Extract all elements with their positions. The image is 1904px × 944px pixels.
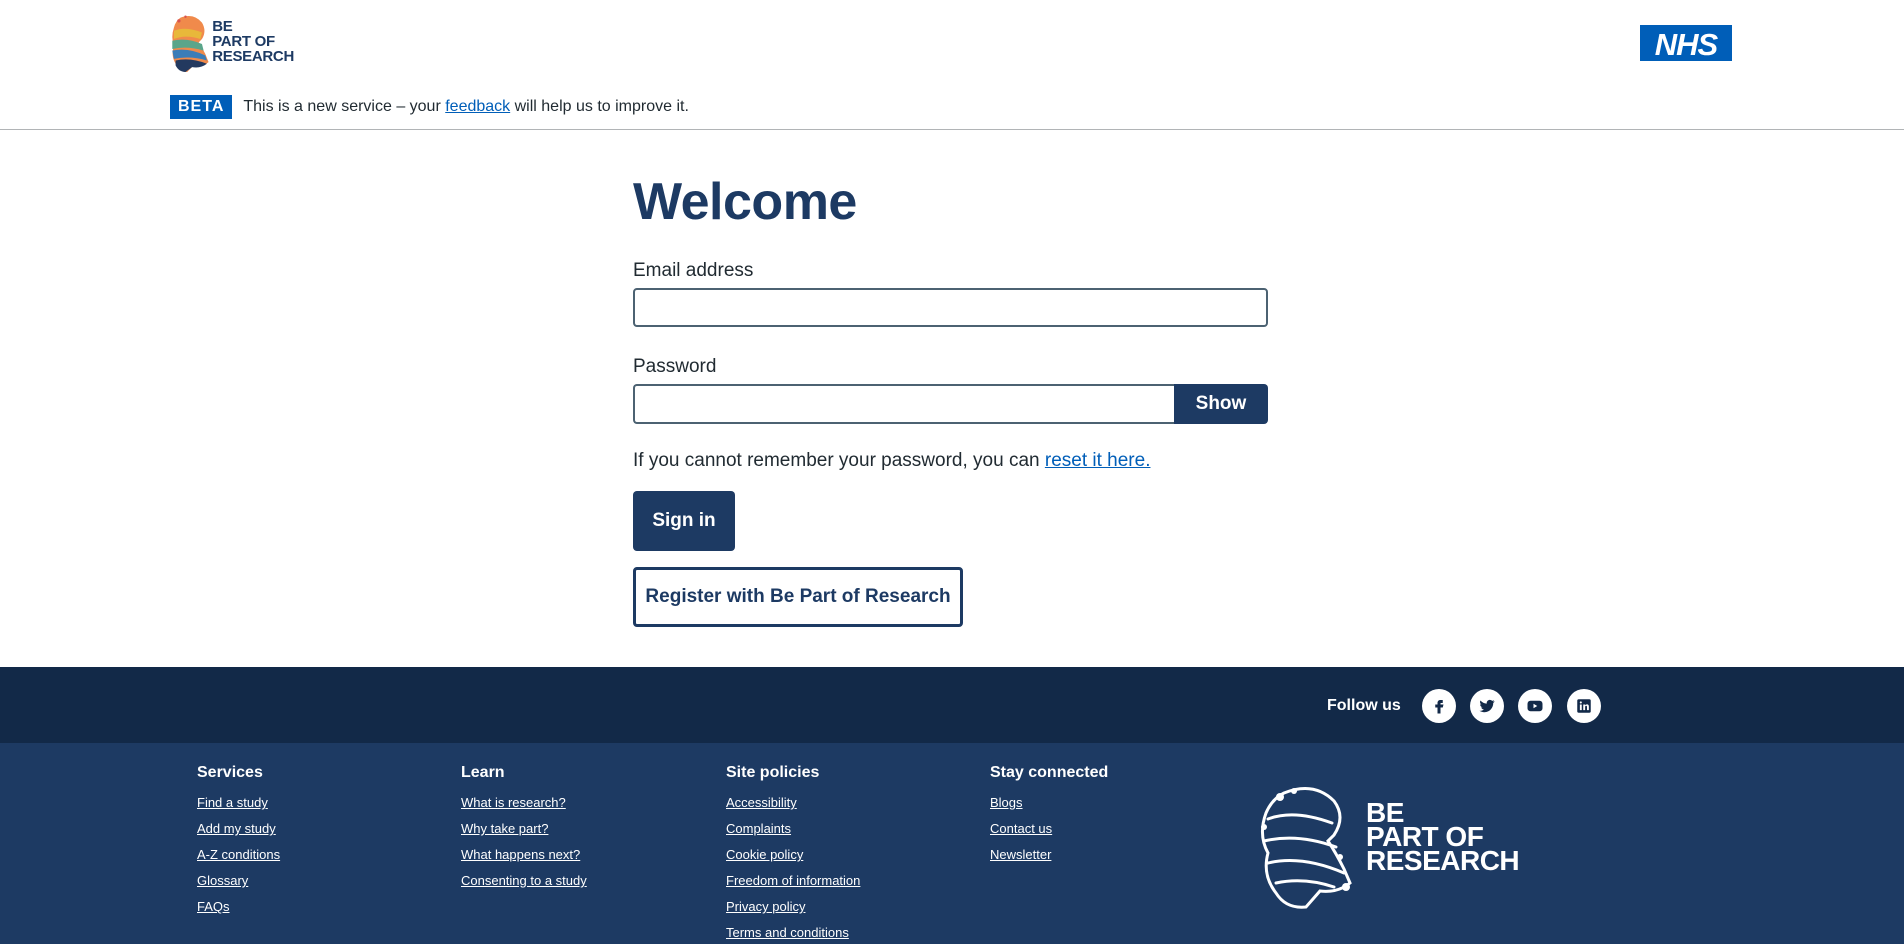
linkedin-icon[interactable] [1567,689,1601,723]
footer-column-services: Services Find a study Add my study A-Z c… [197,764,280,925]
footer-column-heading: Services [197,764,263,781]
footer-column-learn: Learn What is research? Why take part? W… [461,764,587,899]
footer-column-heading: Learn [461,764,505,781]
footer-link[interactable]: Complaints [726,821,860,836]
beta-text-before: This is a new service – your [243,98,446,115]
footer-logo-line: RESEARCH [1366,845,1520,876]
feedback-link[interactable]: feedback [445,98,510,115]
research-head-logo-icon [172,15,209,73]
email-label: Email address [633,260,754,281]
footer-column-site-policies: Site policies Accessibility Complaints C… [726,764,860,944]
beta-banner: BETA This is a new service – your feedba… [170,95,689,119]
password-input[interactable] [633,384,1175,424]
logo-line: PART OF [212,33,275,50]
email-input[interactable] [633,288,1268,327]
page-title: Welcome [633,173,857,231]
footer-link[interactable]: Glossary [197,873,280,888]
footer-link[interactable]: Privacy policy [726,899,860,914]
logo-line: BE [212,18,233,35]
nhs-logo[interactable]: NHS [1640,25,1732,62]
youtube-icon[interactable] [1518,689,1552,723]
footer-link[interactable]: What is research? [461,795,587,810]
password-label: Password [633,356,717,377]
footer-link[interactable]: Why take part? [461,821,587,836]
beta-message: This is a new service – your feedback wi… [243,98,689,116]
beta-tag: BETA [170,95,233,119]
site-header: BE PART OF RESEARCH NHS BETA This is a n… [0,0,1904,130]
footer-social-bar: Follow us [0,667,1904,743]
show-password-button[interactable]: Show [1174,384,1268,424]
twitter-icon[interactable] [1470,689,1504,723]
footer-link[interactable]: A-Z conditions [197,847,280,862]
footer-link[interactable]: Terms and conditions [726,925,860,940]
footer-link[interactable]: Consenting to a study [461,873,587,888]
be-part-of-research-logo[interactable]: BE PART OF RESEARCH [169,8,294,80]
footer-column-stay-connected: Stay connected Blogs Contact us Newslett… [990,764,1108,873]
footer-link[interactable]: Contact us [990,821,1108,836]
reset-password-hint: If you cannot remember your password, yo… [633,450,1150,472]
footer-link[interactable]: Blogs [990,795,1108,810]
sign-in-button[interactable]: Sign in [633,491,735,551]
footer-links-area: Services Find a study Add my study A-Z c… [0,743,1904,944]
reset-text-before: If you cannot remember your password, yo… [633,450,1045,471]
footer-logo-wordmark: BE PART OF RESEARCH [1366,799,1520,876]
footer-column-heading: Stay connected [990,764,1109,781]
footer-link[interactable]: What happens next? [461,847,587,862]
footer-link[interactable]: Find a study [197,795,280,810]
facebook-icon[interactable] [1422,689,1456,723]
beta-text-after: will help us to improve it. [510,98,689,115]
footer-column-heading: Site policies [726,764,820,781]
footer-link[interactable]: FAQs [197,899,280,914]
footer-link[interactable]: Accessibility [726,795,860,810]
research-head-outline-icon [1261,787,1352,909]
logo-wordmark: BE PART OF RESEARCH [212,19,294,64]
logo-line: RESEARCH [212,48,294,65]
footer-link[interactable]: Freedom of information [726,873,860,888]
follow-us-label: Follow us [1327,697,1401,714]
footer-logo[interactable]: BE PART OF RESEARCH [1254,783,1520,913]
footer-link[interactable]: Add my study [197,821,280,836]
reset-password-link[interactable]: reset it here. [1045,450,1151,471]
footer-link[interactable]: Cookie policy [726,847,860,862]
register-button[interactable]: Register with Be Part of Research [633,567,963,627]
footer-link[interactable]: Newsletter [990,847,1108,862]
